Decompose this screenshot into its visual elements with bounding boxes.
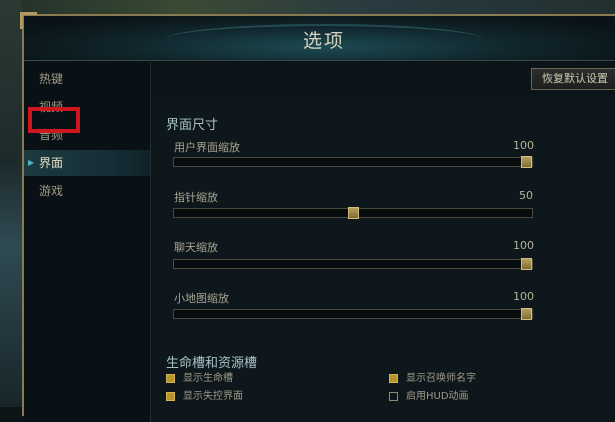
section-title-interface-size: 界面尺寸 [166, 118, 219, 133]
ui-scale-slider[interactable] [173, 156, 533, 168]
frame-corner-ornament [20, 12, 37, 29]
slider-label: 用户界面缩放 [174, 141, 240, 154]
video-highlight-box [28, 107, 80, 133]
caret-right-icon: ▶ [28, 158, 35, 167]
option-label: 显示失控界面 [183, 391, 243, 402]
slider-thumb[interactable] [521, 258, 532, 270]
slider-value: 50 [519, 189, 533, 202]
checkbox[interactable] [166, 391, 175, 401]
show-cc-interface-option[interactable]: 显示失控界面 [166, 390, 243, 404]
show-summoner-name-option[interactable]: 显示召唤师名字 [389, 372, 476, 386]
slider-label: 聊天缩放 [174, 241, 218, 254]
checkbox[interactable] [389, 373, 398, 383]
title-bar: 选项 [24, 16, 615, 61]
game-scene-top [0, 0, 615, 14]
sidebar-item-hotkeys[interactable]: 热键 [24, 66, 150, 92]
checkbox[interactable] [166, 373, 175, 383]
slider-thumb[interactable] [521, 308, 532, 320]
options-content: 恢复默认设置 界面尺寸 用户界面缩放 100 指针缩放 50 聊天缩放 100 … [150, 62, 615, 422]
game-scene-left [0, 0, 22, 407]
slider-value: 100 [513, 290, 534, 303]
option-label: 显示生命槽 [183, 373, 233, 384]
slider-label: 小地图缩放 [174, 292, 229, 305]
slider-thumb[interactable] [521, 156, 532, 168]
slider-label: 指针缩放 [174, 191, 218, 204]
slider-value: 100 [513, 239, 534, 252]
slider-value: 100 [513, 139, 534, 152]
sidebar-item-interface[interactable]: ▶ 界面 [24, 150, 150, 176]
option-label: 显示召唤师名字 [406, 373, 476, 384]
sidebar-item-game[interactable]: 游戏 [24, 178, 150, 204]
show-health-bar-option[interactable]: 显示生命槽 [166, 372, 233, 386]
restore-defaults-button[interactable]: 恢复默认设置 [531, 68, 615, 90]
options-dialog: 选项 热键 视频 音频 ▶ 界面 游戏 恢复默认设置 界面尺寸 用户界面缩放 1… [20, 12, 615, 422]
option-label: 启用HUD动画 [406, 391, 469, 402]
enable-hud-animation-option[interactable]: 启用HUD动画 [389, 390, 469, 404]
options-sidebar: 热键 视频 音频 ▶ 界面 游戏 [24, 62, 150, 422]
checkbox[interactable] [389, 391, 398, 401]
sidebar-item-label: 界面 [39, 156, 64, 170]
minimap-scale-slider[interactable] [173, 308, 533, 320]
slider-thumb[interactable] [347, 207, 359, 219]
section-title-health-bars: 生命槽和资源槽 [166, 356, 258, 371]
dialog-title: 选项 [302, 30, 345, 52]
chat-scale-slider[interactable] [173, 258, 533, 270]
cursor-scale-slider[interactable] [173, 207, 533, 219]
